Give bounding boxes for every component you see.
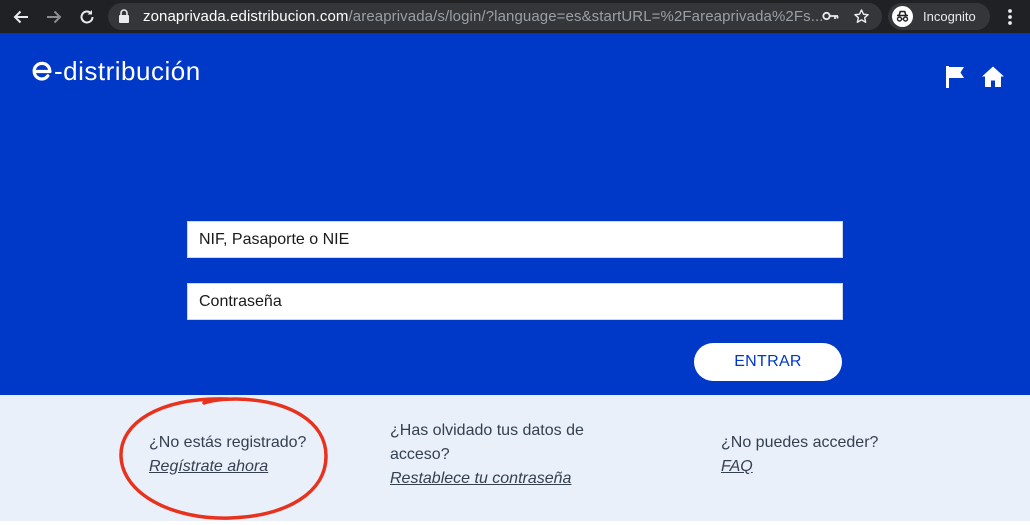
register-link[interactable]: Regístrate ahora [149,455,268,479]
faq-link[interactable]: FAQ [721,455,753,479]
forward-arrow-icon[interactable] [43,6,65,28]
key-icon[interactable] [822,9,840,28]
incognito-label: Incognito [923,9,976,24]
star-icon[interactable] [853,8,870,30]
e-logo-icon [32,61,52,81]
reload-icon[interactable] [76,6,98,28]
password-field[interactable] [187,283,843,320]
browser-toolbar: zonaprivada.edistribucion.com/areaprivad… [0,0,1030,33]
login-button[interactable]: ENTRAR [694,343,842,381]
home-icon[interactable] [981,65,1005,94]
logo-text: -distribución [54,55,201,86]
register-block: ¿No estás registrado? Regístrate ahora [149,431,306,479]
forgot-question: ¿Has olvidado tus datos de acceso? [390,422,584,463]
flag-icon[interactable] [944,65,968,94]
register-question: ¿No estás registrado? [149,434,307,451]
reset-password-link[interactable]: Restablece tu contraseña [390,467,571,491]
address-bar[interactable]: zonaprivada.edistribucion.com/areaprivad… [108,3,882,30]
status-strip [0,521,1030,525]
forgot-block: ¿Has olvidado tus datos de acceso? Resta… [390,419,630,491]
access-question: ¿No puedes acceder? [721,434,879,451]
username-input[interactable] [188,222,842,257]
url-text: zonaprivada.edistribucion.com/areaprivad… [143,8,824,25]
incognito-icon [892,6,913,27]
help-links-section: ¿No estás registrado? Regístrate ahora ¿… [0,395,1030,525]
username-field[interactable] [187,221,843,258]
password-input[interactable] [188,284,842,319]
access-block: ¿No puedes acceder? FAQ [721,431,878,479]
login-hero: -distribución ENTRAR [0,33,1030,395]
more-vert-icon[interactable] [1000,6,1020,28]
back-arrow-icon[interactable] [10,6,32,28]
incognito-badge[interactable]: Incognito [888,3,990,30]
logo[interactable]: -distribución [30,56,201,86]
lock-icon[interactable] [118,9,130,29]
